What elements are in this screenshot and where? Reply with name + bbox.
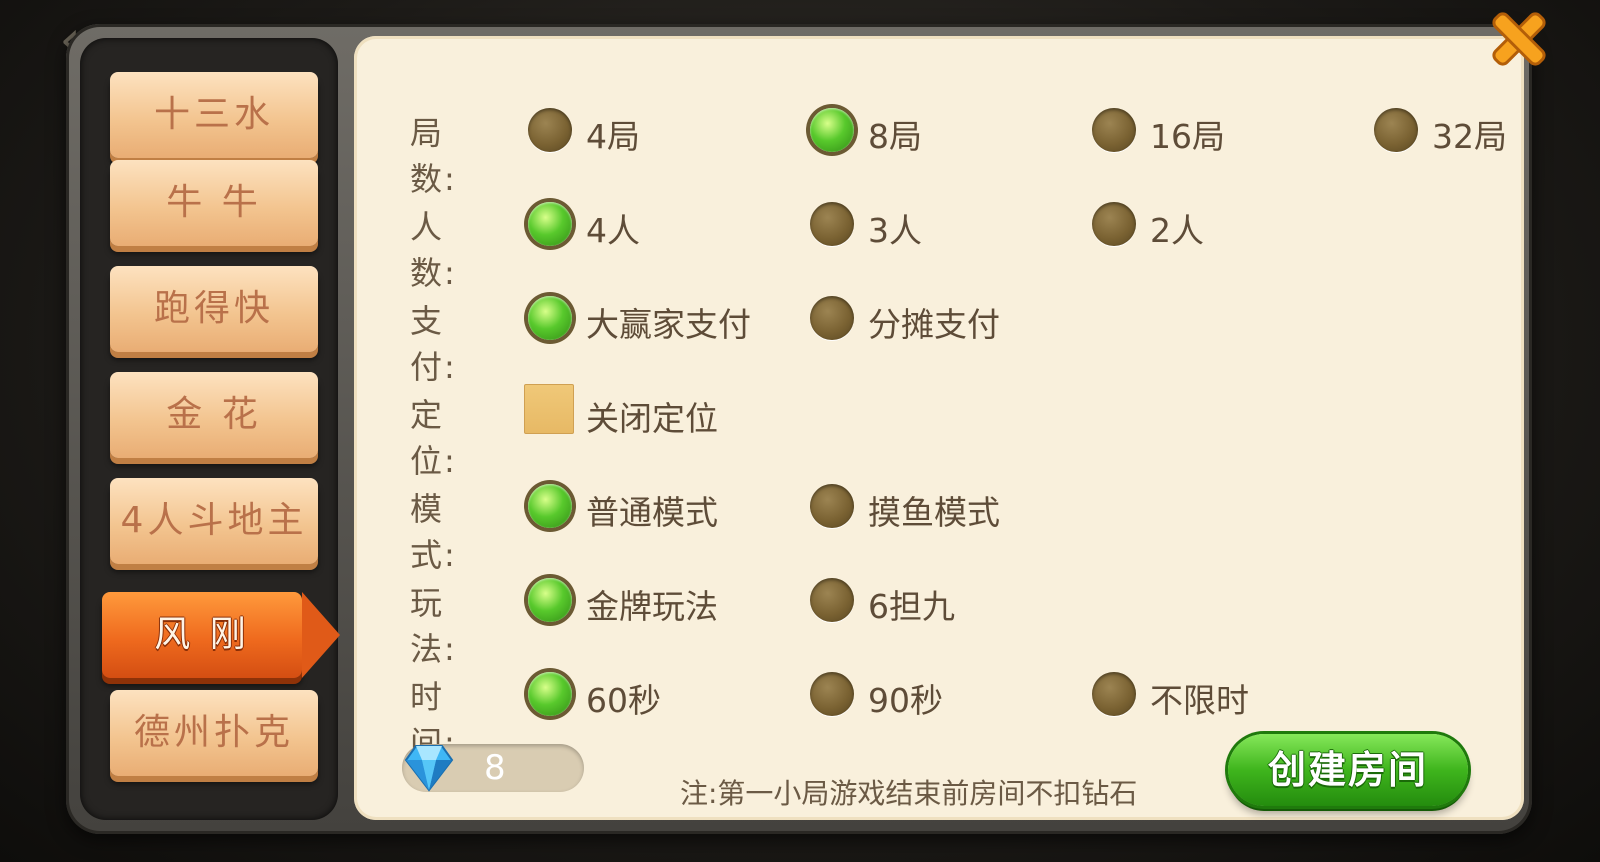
radio-icon bbox=[810, 578, 854, 622]
settings-panel: 局数: 4局 8局 16局 32局 人数: 4人 3人 2人 支付: 大赢家支付… bbox=[354, 36, 1524, 820]
tab-texas-holdem[interactable]: 德州扑克 bbox=[110, 690, 318, 776]
radio-selected-icon bbox=[528, 296, 572, 340]
location-label: 定位: bbox=[410, 396, 465, 480]
radio-icon bbox=[1092, 672, 1136, 716]
time-row: 时间: 60秒 90秒 不限时 bbox=[354, 664, 1524, 762]
radio-icon bbox=[528, 108, 572, 152]
radio-icon bbox=[1374, 108, 1418, 152]
create-room-button[interactable]: 创建房间 bbox=[1228, 734, 1468, 806]
players-row: 人数: 4人 3人 2人 bbox=[354, 194, 1524, 292]
mode-row: 模式: 普通模式 摸鱼模式 bbox=[354, 476, 1524, 574]
tab-niuniu[interactable]: 牛 牛 bbox=[110, 160, 318, 246]
close-icon[interactable] bbox=[1486, 6, 1552, 72]
radio-selected-icon bbox=[528, 484, 572, 528]
radio-icon bbox=[810, 296, 854, 340]
radio-icon bbox=[810, 202, 854, 246]
radio-icon bbox=[810, 484, 854, 528]
radio-icon bbox=[1092, 108, 1136, 152]
cost-note: 注:第一小局游戏结束前房间不扣钻石 bbox=[680, 777, 1138, 810]
location-row: 定位: 关闭定位 bbox=[354, 382, 1524, 480]
radio-selected-icon bbox=[528, 578, 572, 622]
diamond-count: 8 bbox=[484, 748, 506, 788]
mode-label: 模式: bbox=[410, 490, 465, 574]
checkbox-icon bbox=[524, 384, 574, 434]
tab-doudizhu[interactable]: 4人斗地主 bbox=[110, 478, 318, 564]
radio-selected-icon bbox=[810, 108, 854, 152]
tab-jinhua[interactable]: 金 花 bbox=[110, 372, 318, 458]
radio-icon bbox=[1092, 202, 1136, 246]
rules-row: 玩法: 金牌玩法 6担九 bbox=[354, 570, 1524, 668]
radio-selected-icon bbox=[528, 202, 572, 246]
payment-label: 支付: bbox=[410, 302, 465, 386]
tab-shisanshui[interactable]: 十三水 bbox=[110, 72, 318, 158]
tab-paodekuai[interactable]: 跑得快 bbox=[110, 266, 318, 352]
payment-row: 支付: 大赢家支付 分摊支付 bbox=[354, 288, 1524, 386]
players-label: 人数: bbox=[410, 208, 465, 292]
tab-fenggang[interactable]: 风 刚 bbox=[102, 592, 340, 678]
rounds-row: 局数: 4局 8局 16局 32局 bbox=[354, 100, 1524, 198]
rounds-label: 局数: bbox=[410, 114, 465, 198]
diamond-icon bbox=[404, 745, 454, 792]
rules-label: 玩法: bbox=[410, 584, 465, 668]
radio-selected-icon bbox=[528, 672, 572, 716]
radio-icon bbox=[810, 672, 854, 716]
